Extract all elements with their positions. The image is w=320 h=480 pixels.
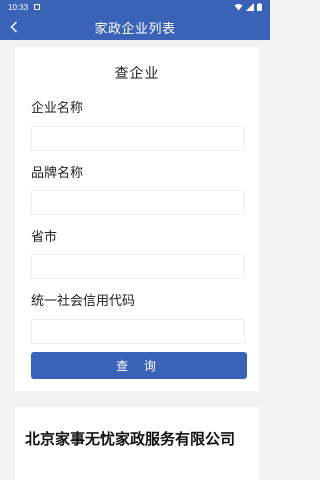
form-title: 查企业: [114, 66, 160, 82]
brand-name-input[interactable]: [31, 190, 245, 215]
company-name-label: 企业名称: [31, 101, 84, 116]
status-bar: 10:33: [0, 0, 270, 14]
chevron-left-icon: [10, 21, 17, 33]
company-name: 北京家事无忧家政服务有限公司: [25, 430, 236, 448]
company-name-input[interactable]: [31, 126, 245, 151]
battery-icon: [257, 3, 262, 11]
province-city-input[interactable]: [31, 254, 245, 279]
search-form-card: 查企业 企业名称 品牌名称 省市 统一社会信用代码 查 询: [15, 47, 259, 391]
result-list-item[interactable]: 北京家事无忧家政服务有限公司: [15, 407, 259, 480]
search-button[interactable]: 查 询: [31, 352, 247, 379]
app-header: 家政企业列表: [0, 14, 270, 40]
page-title: 家政企业列表: [94, 21, 176, 37]
credit-code-label: 统一社会信用代码: [31, 294, 136, 309]
credit-code-input[interactable]: [31, 319, 245, 344]
province-city-label: 省市: [31, 230, 58, 245]
back-button[interactable]: [6, 18, 22, 36]
status-icons: [234, 3, 262, 11]
cellular-signal-icon: [246, 3, 254, 11]
wifi-icon: [234, 4, 243, 11]
status-time: 10:33: [8, 2, 29, 12]
notification-icon: [34, 4, 41, 10]
brand-name-label: 品牌名称: [31, 166, 84, 181]
